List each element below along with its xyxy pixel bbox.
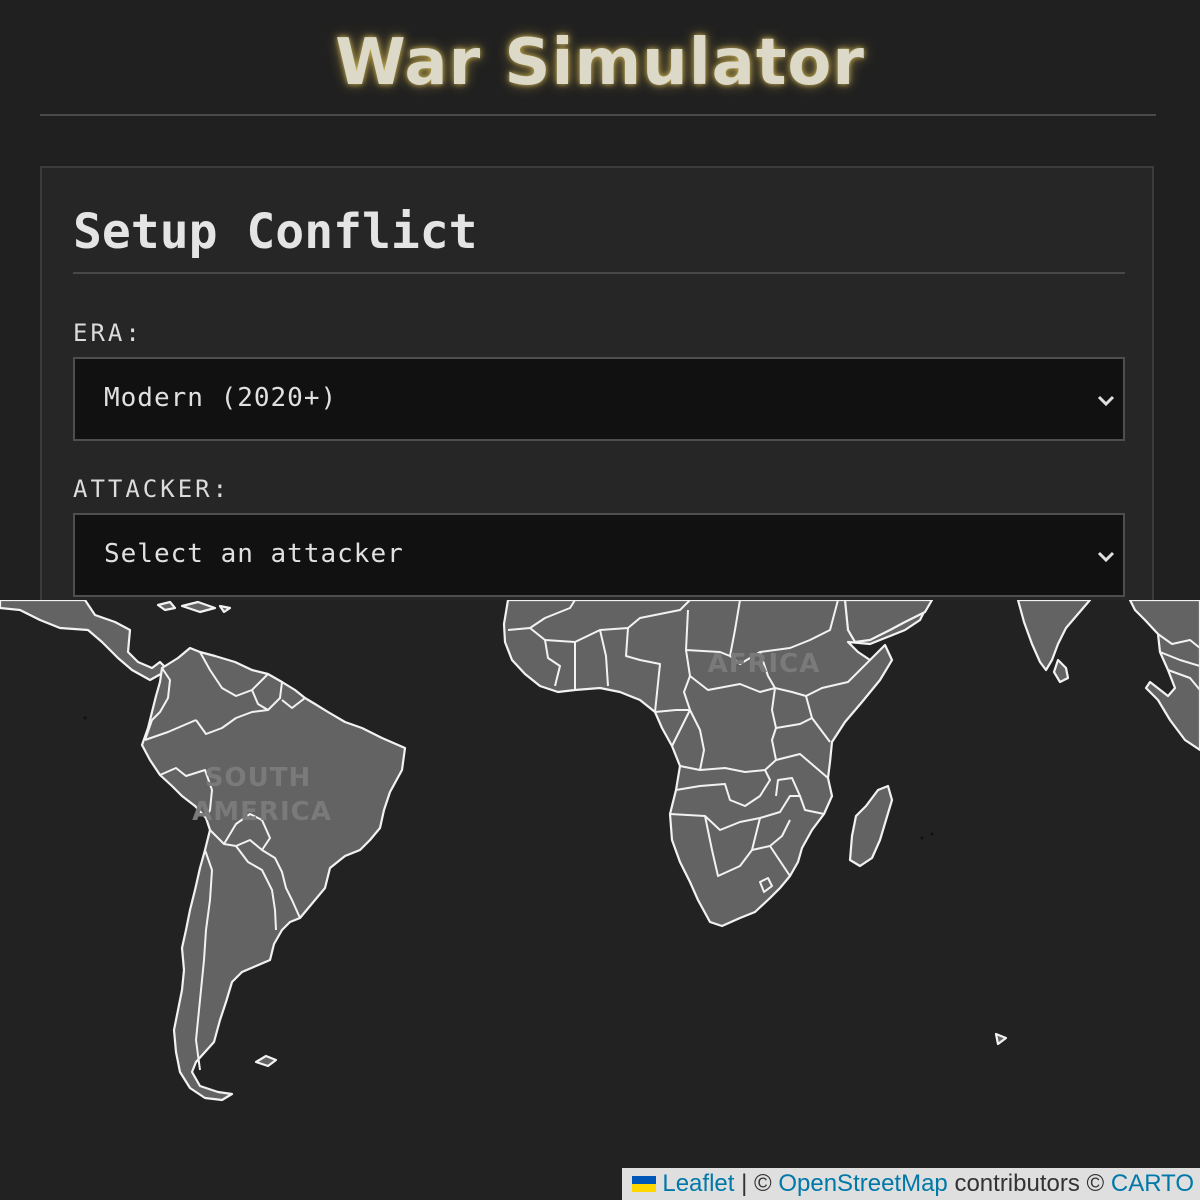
attacker-select-value: Select an attacker xyxy=(104,539,404,569)
sri-lanka xyxy=(1052,658,1070,684)
ukraine-flag-icon xyxy=(632,1176,657,1192)
map-label-africa: AFRICA xyxy=(708,649,821,679)
south-america-land xyxy=(140,646,407,1102)
madagascar xyxy=(848,784,894,868)
setup-panel: Setup Conflict ERA: Modern (2020+) ATTAC… xyxy=(40,166,1154,626)
header-and-setup: War Simulator Setup Conflict ERA: Modern… xyxy=(0,0,1200,626)
openstreetmap-link[interactable]: OpenStreetMap xyxy=(778,1170,947,1197)
map-attribution: Leaflet | © OpenStreetMap contributors ©… xyxy=(622,1168,1200,1200)
caribbean-island xyxy=(218,604,232,614)
chevron-down-icon xyxy=(1097,551,1115,563)
panel-divider xyxy=(73,272,1125,274)
attribution-separator: | © xyxy=(734,1170,779,1197)
caribbean-island xyxy=(156,600,177,612)
era-select[interactable]: Modern (2020+) xyxy=(73,357,1125,441)
map-dot xyxy=(920,836,924,840)
map-canvas[interactable]: SOUTH AMERICA AFRICA xyxy=(0,600,1200,1200)
map-dot xyxy=(930,832,934,836)
map-dot xyxy=(83,716,87,720)
world-map[interactable]: SOUTH AMERICA AFRICA Leaflet | © OpenStr… xyxy=(0,600,1200,1200)
era-label: ERA: xyxy=(73,319,143,347)
panel-title: Setup Conflict xyxy=(73,204,478,260)
leaflet-link[interactable]: Leaflet xyxy=(662,1170,734,1197)
central-america-land xyxy=(0,600,170,682)
attacker-select[interactable]: Select an attacker xyxy=(73,513,1125,597)
title-divider xyxy=(40,114,1156,116)
small-island xyxy=(994,1032,1008,1046)
carto-link[interactable]: CARTO xyxy=(1111,1170,1194,1197)
attribution-contributors: contributors © xyxy=(947,1170,1111,1197)
map-label-south-america-1: SOUTH xyxy=(205,763,311,793)
app-title: War Simulator xyxy=(335,26,865,100)
caribbean-island xyxy=(180,600,217,614)
falkland-islands xyxy=(254,1054,278,1068)
india-land xyxy=(1016,600,1092,672)
chevron-down-icon xyxy=(1097,395,1115,407)
map-label-south-america-2: AMERICA xyxy=(192,797,332,827)
southeast-asia-land xyxy=(1128,600,1200,752)
attacker-label: ATTACKER: xyxy=(73,475,231,503)
era-select-value: Modern (2020+) xyxy=(104,383,338,413)
